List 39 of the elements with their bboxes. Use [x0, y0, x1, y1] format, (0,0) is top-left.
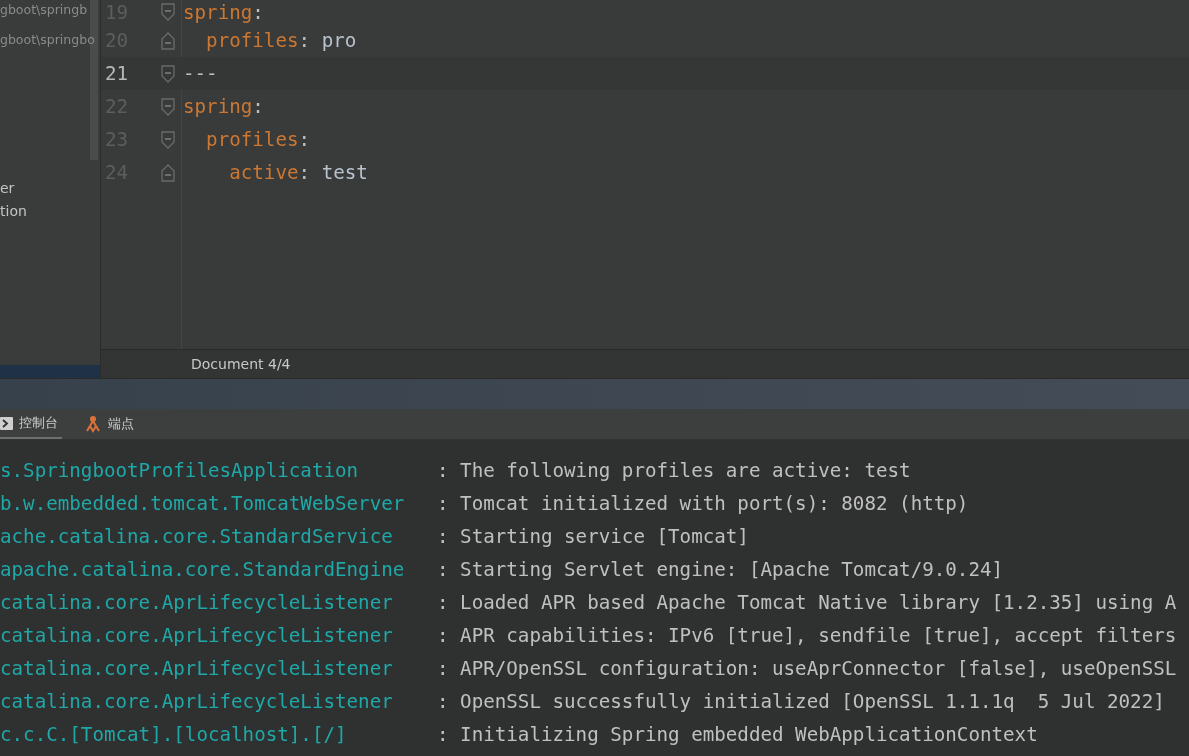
tree-item[interactable]: tion: [0, 200, 100, 223]
code-line: profiles:: [205, 128, 311, 151]
log-message: : Tomcat initialized with port(s): 8082 (http): [437, 492, 969, 515]
tool-tab[interactable]: 控制台: [0, 409, 62, 439]
tree-item[interactable]: gboot\springbo: [0, 31, 100, 62]
tree-item[interactable]: gboot\springb: [0, 0, 100, 31]
logger-name: b.w.embedded.tomcat.TomcatWebServer: [0, 492, 406, 515]
log-message: : Starting Servlet engine: [Apache Tomcat/9.0.24]: [437, 558, 1004, 581]
line-number: 21: [104, 62, 130, 85]
fold-icon[interactable]: [161, 31, 175, 50]
logger-name: c.c.C.[Tomcat].[localhost].[/]: [0, 723, 348, 746]
log-message: : Initializing Spring embedded WebApplicationContext: [437, 723, 1038, 746]
logger-name: ache.catalina.core.StandardService: [0, 525, 394, 548]
fold-icon[interactable]: [161, 64, 175, 83]
nodes-icon: [84, 415, 102, 433]
logger-name: s.SpringbootProfilesApplication: [0, 459, 360, 482]
code-line: profiles: pro: [205, 29, 357, 52]
fold-icon[interactable]: [161, 3, 175, 21]
logger-name: catalina.core.AprLifecycleListener: [0, 591, 394, 614]
logger-name: apache.catalina.core.StandardEngine: [0, 558, 406, 581]
fold-icon[interactable]: [161, 130, 175, 149]
logger-name: catalina.core.AprLifecycleListener: [0, 624, 394, 647]
log-message: : APR capabilities: IPv6 [true], sendfile [true], accept filters: [437, 624, 1177, 647]
tool-tab[interactable]: 端点: [84, 409, 138, 439]
log-message: : Loaded APR based Apache Tomcat Native library [1.2.35] using A: [437, 591, 1177, 614]
log-message: : The following profiles are active: test: [437, 459, 911, 482]
fold-icon[interactable]: [161, 97, 175, 116]
code-line: spring:: [183, 95, 264, 118]
document-status: Document 4/4: [191, 356, 291, 372]
code-line: spring:: [183, 0, 264, 24]
code-line: active: test: [228, 161, 368, 184]
logger-name: catalina.core.AprLifecycleListener: [0, 690, 394, 713]
log-message: : Starting service [Tomcat]: [437, 525, 749, 548]
tree-item[interactable]: er: [0, 177, 100, 200]
fold-icon[interactable]: [161, 163, 175, 182]
code-line: ---: [183, 62, 218, 85]
logger-name: catalina.core.AprLifecycleListener: [0, 657, 394, 680]
log-message: : APR/OpenSSL configuration: useAprConnector [false], useOpenSSL: [437, 657, 1177, 680]
log-message: : OpenSSL successfully initialized [OpenSSL 1.1.1q 5 Jul 2022]: [437, 690, 1165, 713]
